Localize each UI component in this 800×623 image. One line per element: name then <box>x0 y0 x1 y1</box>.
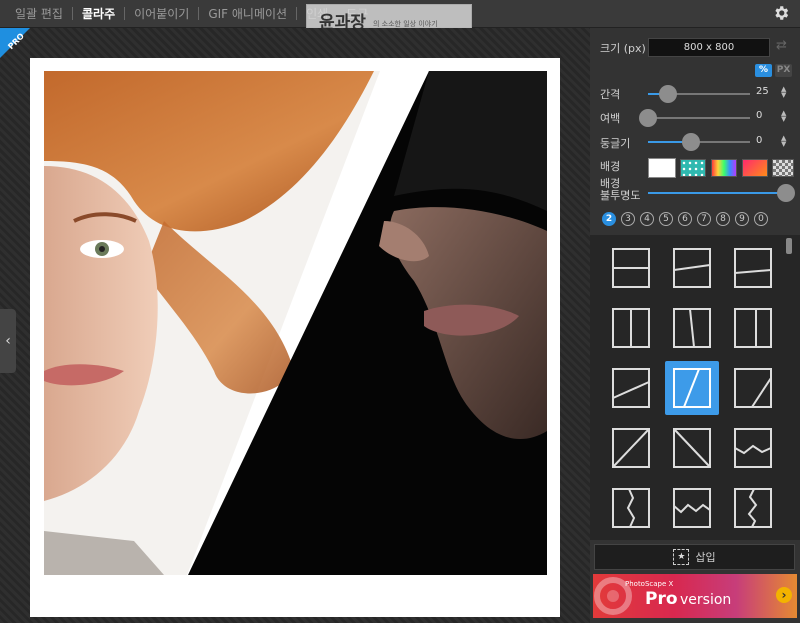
spacing-slider-knob[interactable] <box>659 85 678 103</box>
margin-slider[interactable] <box>639 109 750 127</box>
layout-template-14[interactable] <box>665 481 719 535</box>
layout-template-8-selected[interactable] <box>665 361 719 415</box>
count-2[interactable]: 2 <box>602 212 616 226</box>
bg-swatch-gradient[interactable] <box>742 159 768 177</box>
swap-icon[interactable]: ⇄ <box>776 38 787 53</box>
layout-scrollbar[interactable] <box>786 238 792 254</box>
pro-version-ad-banner[interactable]: PhotoScape X Pro version › <box>593 574 797 618</box>
collage-photos <box>44 71 547 575</box>
arrow-right-icon[interactable]: › <box>776 587 792 603</box>
ad-version-text: version <box>680 592 732 608</box>
margin-stepper[interactable]: ▲ ▼ <box>781 110 786 123</box>
count-9[interactable]: 9 <box>735 212 749 226</box>
collapse-panel-button[interactable]: ‹ <box>0 309 16 373</box>
spacing-stepper[interactable]: ▲ ▼ <box>781 86 786 99</box>
ad-brand: PhotoScape X <box>625 580 674 588</box>
margin-slider-knob[interactable] <box>639 109 657 127</box>
spacing-label: 간격 <box>600 88 621 101</box>
roundness-slider-knob[interactable] <box>681 133 700 151</box>
bg-opacity-slider[interactable] <box>648 184 795 202</box>
star-icon: ★ <box>673 549 690 565</box>
bg-swatch-rainbow[interactable] <box>711 159 737 177</box>
collage-frame <box>30 58 560 617</box>
margin-value[interactable]: 0 <box>756 110 762 121</box>
insert-button[interactable]: ★ 삽입 <box>594 544 795 570</box>
layout-template-2[interactable] <box>665 241 719 295</box>
layout-template-11[interactable] <box>665 421 719 475</box>
roundness-stepper[interactable]: ▲ ▼ <box>781 135 786 148</box>
layout-template-9[interactable] <box>726 361 780 415</box>
layout-template-10[interactable] <box>604 421 658 475</box>
count-0[interactable]: 0 <box>754 212 768 226</box>
layout-template-7[interactable] <box>604 361 658 415</box>
margin-label: 여백 <box>600 112 621 125</box>
unit-percent-toggle[interactable]: % <box>755 64 772 77</box>
layout-template-3[interactable] <box>726 241 780 295</box>
bg-opacity-label: 배경 불투명도 <box>600 178 640 202</box>
menu-batch-edit[interactable]: 일괄 편집 <box>6 5 72 22</box>
count-6[interactable]: 6 <box>678 212 692 226</box>
collage-settings-panel: 크기 (px) 800 x 800 ⇄ % PX 간격 25 ▲ ▼ 여백 0 ▲… <box>590 28 800 623</box>
layout-template-12[interactable] <box>726 421 780 475</box>
insert-button-label: 삽입 <box>695 551 716 564</box>
chevron-left-icon: ‹ <box>5 333 11 349</box>
bg-swatch-white[interactable] <box>648 158 676 178</box>
count-8[interactable]: 8 <box>716 212 730 226</box>
layout-template-grid <box>590 235 800 540</box>
count-5[interactable]: 5 <box>659 212 673 226</box>
layout-template-13[interactable] <box>604 481 658 535</box>
layout-template-4[interactable] <box>604 301 658 355</box>
spacing-value[interactable]: 25 <box>756 86 769 97</box>
menu-gif-animation[interactable]: GIF 애니메이션 <box>199 5 296 22</box>
bg-opacity-label-line2: 불투명도 <box>600 189 641 202</box>
ad-pro-text: Pro <box>645 589 678 609</box>
gear-icon[interactable] <box>772 4 790 22</box>
layout-template-5[interactable] <box>665 301 719 355</box>
layout-template-15[interactable] <box>726 481 780 535</box>
count-3[interactable]: 3 <box>621 212 635 226</box>
bg-opacity-slider-fill <box>648 192 786 194</box>
bg-swatch-transparent[interactable] <box>772 159 794 177</box>
count-7[interactable]: 7 <box>697 212 711 226</box>
background-label: 배경 <box>600 160 621 173</box>
photo-count-selector: 2 3 4 5 6 7 8 9 0 <box>602 212 768 226</box>
unit-px-toggle[interactable]: PX <box>775 64 792 77</box>
top-menu-bar: 일괄 편집 콜라주 이어붙이기 GIF 애니메이션 인쇄 도구 윤과장 의 소소… <box>0 0 800 36</box>
roundness-value[interactable]: 0 <box>756 135 762 146</box>
spacing-slider[interactable] <box>648 85 750 103</box>
bg-swatch-dots[interactable] <box>680 159 706 177</box>
menu-combine[interactable]: 이어붙이기 <box>125 5 198 22</box>
count-4[interactable]: 4 <box>640 212 654 226</box>
collage-canvas-area: PRO ‹ <box>0 28 590 623</box>
bg-opacity-slider-knob[interactable] <box>777 184 795 202</box>
layout-template-6[interactable] <box>726 301 780 355</box>
menu-collage[interactable]: 콜라주 <box>73 5 124 22</box>
layout-template-1[interactable] <box>604 241 658 295</box>
roundness-slider[interactable] <box>648 133 750 151</box>
roundness-label: 둥글기 <box>600 137 631 150</box>
size-label: 크기 (px) <box>600 42 646 55</box>
size-input[interactable]: 800 x 800 <box>648 38 770 57</box>
